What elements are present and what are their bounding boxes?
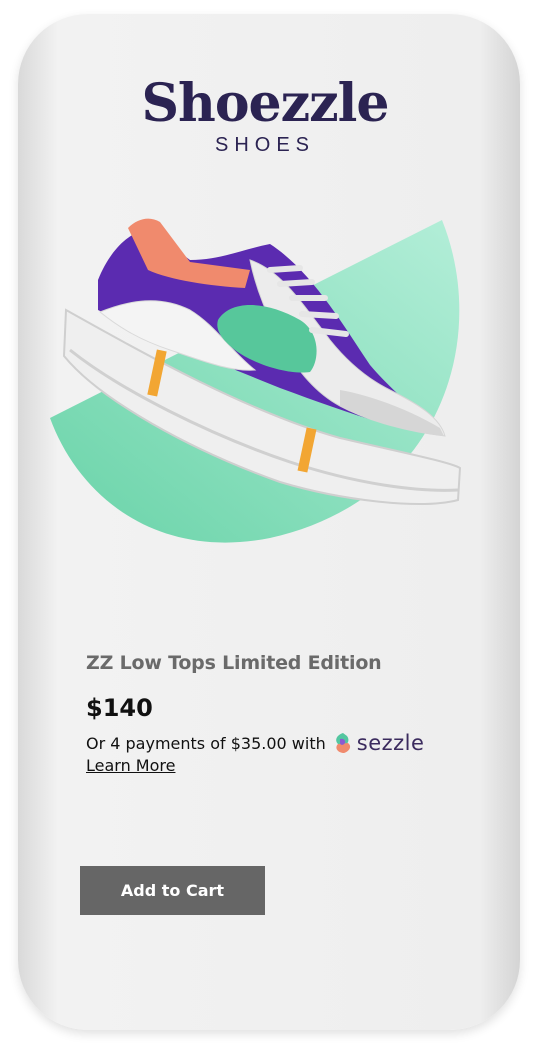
- brand-tagline: SHOES: [214, 134, 316, 156]
- product-image: [50, 218, 462, 543]
- sezzle-icon: [335, 733, 350, 753]
- learn-more-link[interactable]: Learn More: [86, 756, 175, 775]
- installment-text: Or 4 payments of $35.00 with: [86, 733, 326, 753]
- brand-name: Shoezzle: [141, 73, 389, 134]
- product-price: $140: [86, 694, 153, 722]
- sezzle-wordmark: sezzle: [356, 731, 425, 755]
- add-to-cart-button[interactable]: Add to Cart: [80, 866, 265, 915]
- installment-message: Or 4 payments of $35.00 with sezzle: [86, 731, 424, 755]
- brand-logo: Shoezzle SHOES: [0, 73, 530, 157]
- sezzle-logo: sezzle: [332, 731, 425, 755]
- product-title: ZZ Low Tops Limited Edition: [86, 652, 382, 674]
